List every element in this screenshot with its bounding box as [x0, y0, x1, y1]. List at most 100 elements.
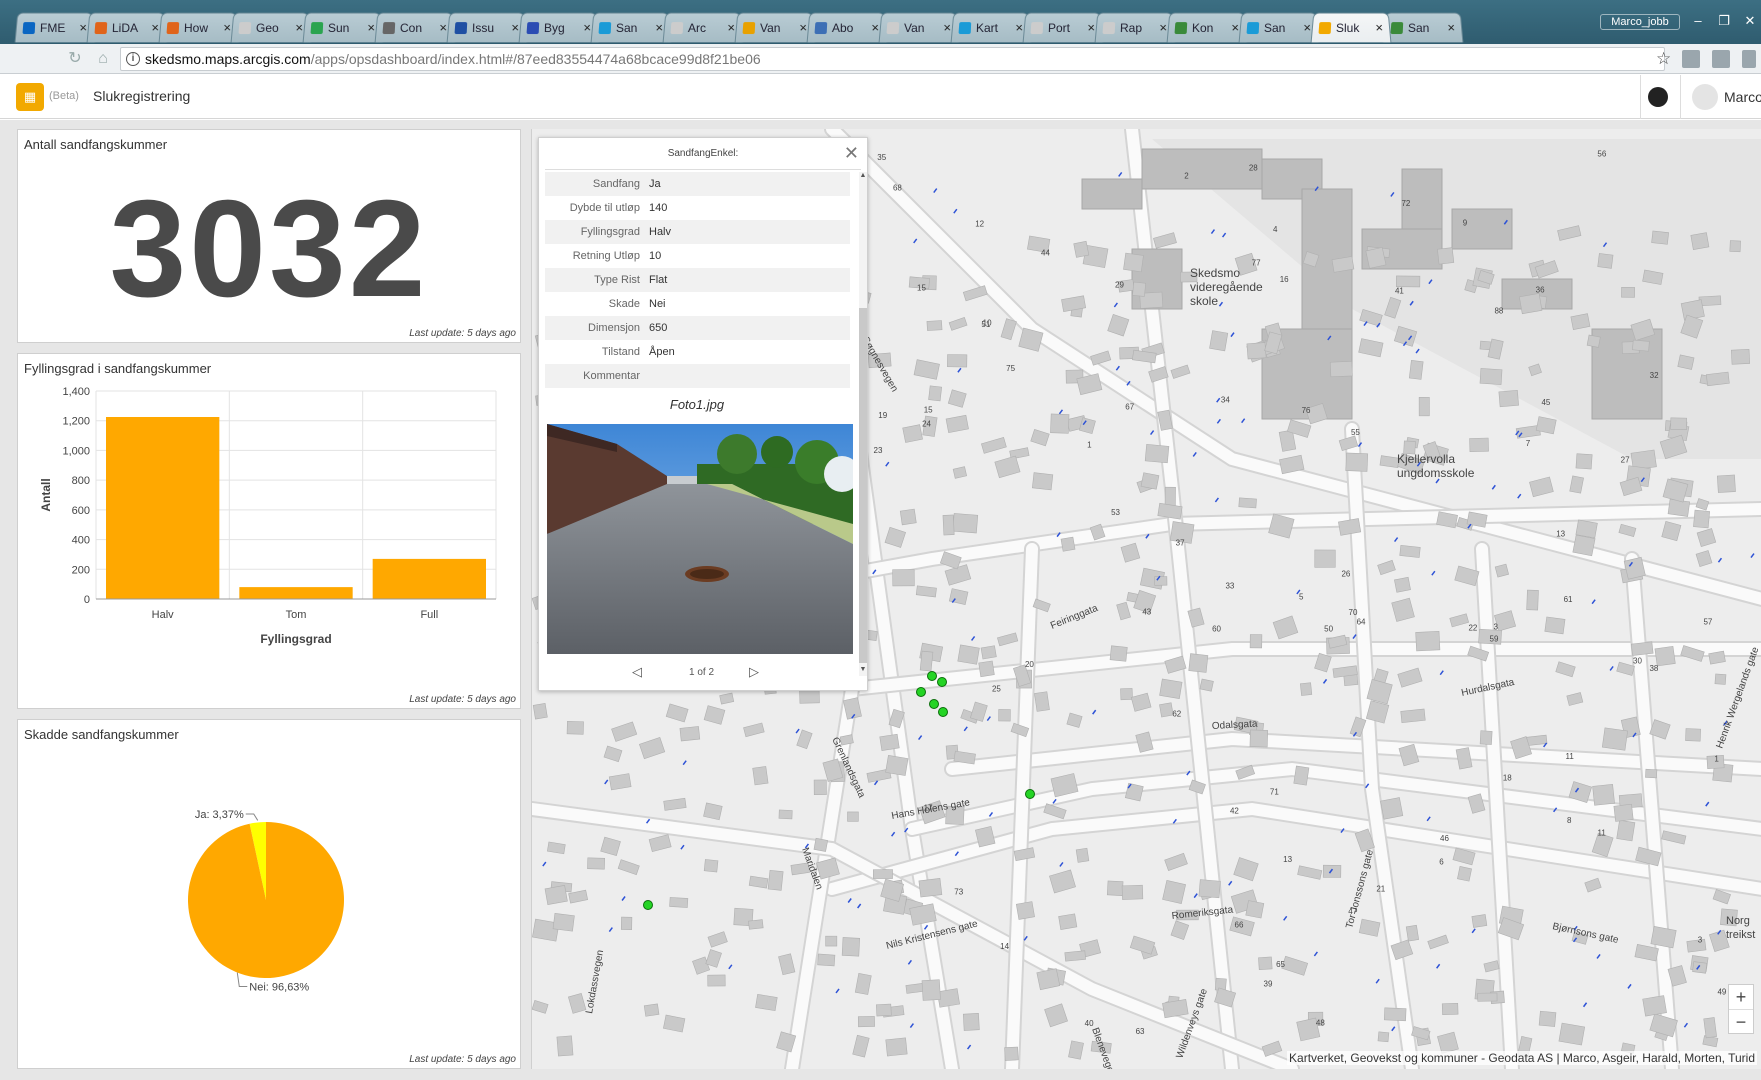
tab-close-icon[interactable]: ×	[367, 20, 376, 35]
attribute-value: 140	[649, 202, 668, 214]
bookmark-star-icon[interactable]: ☆	[1656, 49, 1671, 69]
favicon-icon	[1390, 21, 1404, 34]
building	[1245, 900, 1265, 919]
browser-tab[interactable]: Arc ×	[662, 12, 744, 43]
tab-close-icon[interactable]: ×	[1159, 20, 1168, 35]
tab-close-icon[interactable]: ×	[511, 20, 520, 35]
zoom-out-button[interactable]: −	[1729, 1009, 1753, 1033]
building	[707, 974, 726, 987]
building	[1188, 653, 1209, 673]
bar[interactable]	[372, 558, 486, 599]
browser-tab[interactable]: Byg ×	[518, 12, 600, 43]
building	[1415, 630, 1441, 652]
favicon-icon	[670, 21, 684, 34]
scroll-down-icon[interactable]: ▼	[859, 666, 867, 673]
building	[587, 857, 606, 870]
tab-close-icon[interactable]: ×	[1231, 20, 1240, 35]
reload-icon[interactable]: ↻	[64, 49, 86, 69]
browser-tab[interactable]: LiDA ×	[86, 12, 168, 43]
browser-tab[interactable]: Sluk ×	[1310, 12, 1392, 43]
menu-icon[interactable]	[1742, 50, 1756, 68]
house-number-label: 62	[1172, 709, 1181, 718]
extension-icon[interactable]	[1682, 50, 1700, 68]
tab-close-icon[interactable]: ×	[583, 20, 592, 35]
status-dot-icon[interactable]	[1648, 87, 1668, 107]
tab-close-icon[interactable]: ×	[1303, 20, 1312, 35]
browser-tab[interactable]: How ×	[158, 12, 240, 43]
previous-icon[interactable]: ◁	[632, 664, 642, 680]
attachment-photo[interactable]	[547, 424, 853, 654]
tab-close-icon[interactable]: ×	[1375, 20, 1384, 35]
browser-tab[interactable]: Kon ×	[1166, 12, 1248, 43]
building	[1060, 536, 1076, 552]
tab-close-icon[interactable]: ×	[439, 20, 448, 35]
house-number-label: 73	[954, 888, 963, 897]
building	[962, 1013, 980, 1031]
tab-close-icon[interactable]: ×	[79, 20, 88, 35]
tab-close-icon[interactable]: ×	[1447, 20, 1456, 35]
building	[1714, 673, 1727, 685]
popup-title: SandfangEnkel:	[667, 148, 739, 159]
green-point-marker[interactable]	[643, 900, 653, 910]
tab-close-icon[interactable]: ×	[1087, 20, 1096, 35]
building	[767, 869, 784, 891]
tab-close-icon[interactable]: ×	[799, 20, 808, 35]
tab-close-icon[interactable]: ×	[295, 20, 304, 35]
zoom-in-button[interactable]: +	[1729, 985, 1753, 1009]
browser-tab[interactable]: Geo ×	[230, 12, 312, 43]
green-point-marker[interactable]	[927, 671, 937, 681]
dashboard-logo-icon: ▦	[16, 83, 44, 111]
close-icon[interactable]: ✕	[844, 144, 859, 162]
url-input[interactable]: i skedsmo.maps.arcgis.com/apps/opsdashbo…	[120, 47, 1665, 71]
scroll-up-icon[interactable]: ▲	[859, 172, 867, 179]
bar[interactable]	[106, 417, 220, 599]
tab-close-icon[interactable]: ×	[223, 20, 232, 35]
tab-close-icon[interactable]: ×	[151, 20, 160, 35]
popup-scroll-thumb[interactable]	[859, 308, 867, 663]
browser-tab[interactable]: Rap ×	[1094, 12, 1176, 43]
green-point-marker[interactable]	[938, 707, 948, 717]
browser-tab[interactable]: FME ×	[14, 12, 96, 43]
minimize-icon[interactable]: –	[1686, 12, 1710, 30]
tab-close-icon[interactable]: ×	[943, 20, 952, 35]
browser-tab[interactable]: Con ×	[374, 12, 456, 43]
profile-name[interactable]: Marco_jobb	[1600, 14, 1680, 30]
home-icon[interactable]: ⌂	[92, 49, 114, 69]
zoom-control: + −	[1728, 984, 1754, 1034]
next-icon[interactable]: ▷	[749, 664, 759, 680]
browser-tab[interactable]: Issu ×	[446, 12, 528, 43]
browser-tab[interactable]: Abo ×	[806, 12, 888, 43]
user-name[interactable]: Marco	[1724, 89, 1761, 105]
avatar[interactable]	[1692, 84, 1718, 110]
tab-close-icon[interactable]: ×	[1015, 20, 1024, 35]
extension-icon-2[interactable]	[1712, 50, 1730, 68]
browser-tab[interactable]: Van ×	[734, 12, 816, 43]
browser-tab[interactable]: Sun ×	[302, 12, 384, 43]
green-point-marker[interactable]	[937, 677, 947, 687]
browser-tab[interactable]: Van ×	[878, 12, 960, 43]
info-icon[interactable]: i	[126, 52, 140, 66]
tab-label: Abo	[831, 20, 854, 35]
tab-close-icon[interactable]: ×	[871, 20, 880, 35]
building	[942, 514, 955, 536]
bar[interactable]	[239, 587, 353, 599]
green-point-marker[interactable]	[929, 699, 939, 709]
green-point-marker[interactable]	[1025, 789, 1035, 799]
house-number-label: 63	[1136, 1027, 1145, 1036]
tab-close-icon[interactable]: ×	[655, 20, 664, 35]
house-number-label: 41	[1395, 287, 1404, 296]
browser-tab[interactable]: Port ×	[1022, 12, 1104, 43]
green-point-marker[interactable]	[916, 687, 926, 697]
tab-close-icon[interactable]: ×	[727, 20, 736, 35]
restore-icon[interactable]: ❐	[1712, 12, 1736, 30]
building	[1394, 576, 1411, 593]
close-window-icon[interactable]: ✕	[1738, 12, 1761, 30]
attribute-label: Tilstand	[601, 346, 640, 358]
browser-tab[interactable]: San ×	[1238, 12, 1320, 43]
house-number-label: 17	[924, 803, 933, 812]
building	[1538, 1010, 1557, 1027]
browser-tab[interactable]: Kart ×	[950, 12, 1032, 43]
browser-tab[interactable]: San ×	[1382, 12, 1464, 43]
browser-tab[interactable]: San ×	[590, 12, 672, 43]
house-number-label: 14	[1000, 942, 1009, 951]
